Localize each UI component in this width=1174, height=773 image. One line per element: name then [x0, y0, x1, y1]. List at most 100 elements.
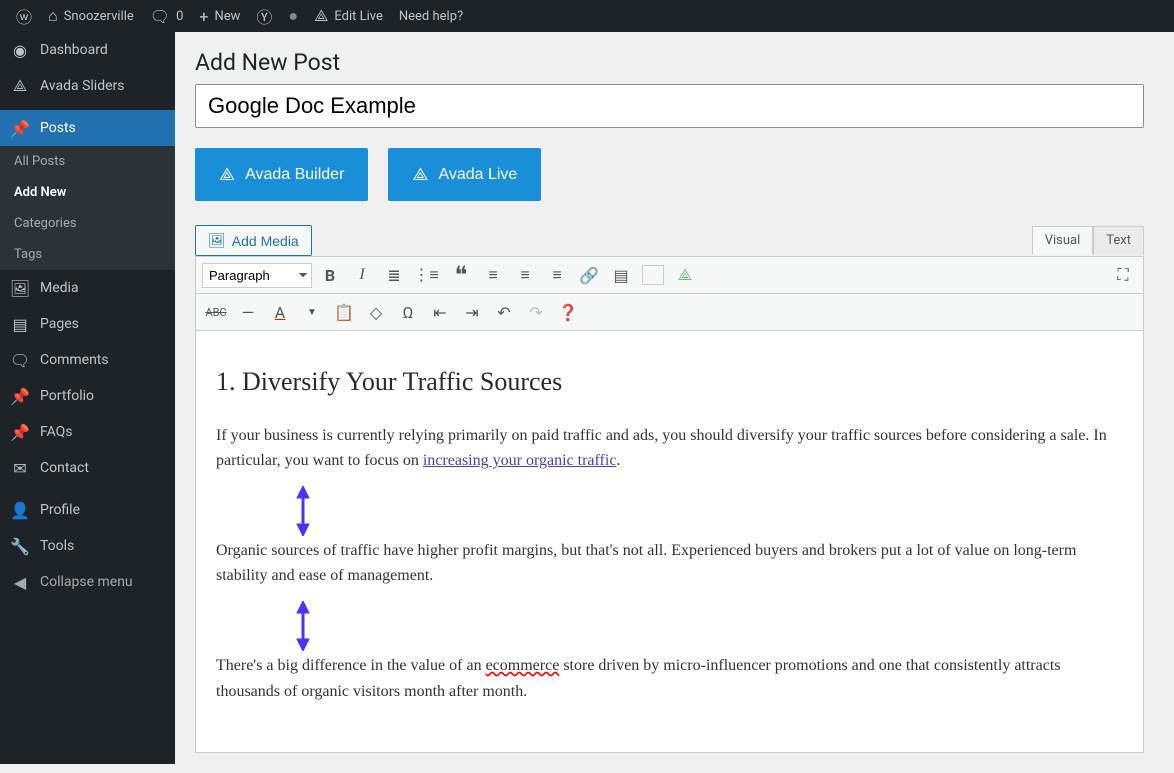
tab-text[interactable]: Text [1093, 226, 1144, 255]
align-left-button[interactable]: ≡ [479, 261, 507, 289]
editor-tabs: Visual Text [1032, 226, 1144, 255]
pin-icon: 📌 [10, 118, 30, 138]
home-icon: ⌂ [48, 6, 58, 26]
add-media-button[interactable]: 🖼Add Media [195, 225, 312, 256]
editor-toolbar-row1: Paragraph B I ≣ ⋮≡ ❝ ≡ ≡ ≡ 🔗 ▤ ⟁ ⛶ [195, 256, 1144, 294]
number-list-button[interactable]: ⋮≡ [412, 261, 440, 289]
link-button[interactable]: 🔗 [575, 261, 603, 289]
hr-button[interactable]: — [234, 298, 262, 326]
yoast-icon: Ⓨ [256, 4, 272, 28]
redo-button[interactable]: ↷ [522, 298, 550, 326]
pages-icon: ▤ [10, 314, 30, 334]
comments-link[interactable]: 🗨0 [142, 0, 192, 32]
faqs-icon: 📌 [10, 422, 30, 442]
blockquote-button[interactable]: ❝ [444, 261, 472, 289]
paragraph-3: There's a big difference in the value of… [216, 653, 1123, 704]
avada-live-button[interactable]: ⟁Avada Live [388, 148, 541, 201]
site-name-link[interactable]: ⌂ Snoozerville [40, 0, 142, 32]
spacing-arrow-icon [294, 486, 312, 536]
editor-body[interactable]: 1. Diversify Your Traffic Sources If you… [195, 331, 1144, 753]
avada-icon: ⟁ [219, 164, 235, 185]
admin-sidebar: ◉Dashboard ⟁Avada Sliders 📌Posts All Pos… [0, 32, 175, 764]
bullet-list-button[interactable]: ≣ [380, 261, 408, 289]
editor-top: 🖼Add Media Visual Text [195, 225, 1144, 256]
fullscreen-button[interactable]: ⛶ [1109, 261, 1137, 289]
text-color-button[interactable] [639, 261, 667, 289]
comments-icon: 🗨 [10, 350, 30, 370]
organic-traffic-link[interactable]: increasing your organic traffic [423, 452, 617, 469]
text-color-button-2[interactable]: A [266, 298, 294, 326]
outdent-button[interactable]: ⇤ [426, 298, 454, 326]
sidebar-item-tools[interactable]: 🔧Tools [0, 528, 175, 564]
sidebar-sub-tags[interactable]: Tags [0, 239, 175, 270]
strikethrough-button[interactable]: ABC [202, 298, 230, 326]
paragraph-1: If your business is currently relying pr… [216, 423, 1123, 474]
align-right-button[interactable]: ≡ [543, 261, 571, 289]
clear-format-button[interactable]: ◇ [362, 298, 390, 326]
indent-button[interactable]: ⇥ [458, 298, 486, 326]
page-title: Add New Post [195, 40, 1144, 84]
sidebar-item-media[interactable]: 🖼Media [0, 270, 175, 306]
comments-count: 0 [176, 9, 183, 24]
sidebar-sub-categories[interactable]: Categories [0, 208, 175, 239]
sidebar-item-dashboard[interactable]: ◉Dashboard [0, 32, 175, 68]
builder-buttons-row: ⟁Avada Builder ⟁Avada Live [195, 148, 1144, 201]
need-help-link[interactable]: Need help? [391, 0, 471, 32]
tab-visual[interactable]: Visual [1032, 226, 1094, 255]
sidebar-sub-all-posts[interactable]: All Posts [0, 146, 175, 177]
undo-button[interactable]: ↶ [490, 298, 518, 326]
spelling-underline: ecommerce [486, 657, 560, 674]
mail-icon: ✉ [10, 458, 30, 478]
paragraph-2: Organic sources of traffic have higher p… [216, 538, 1123, 589]
align-center-button[interactable]: ≡ [511, 261, 539, 289]
circle-icon: ● [288, 6, 298, 26]
posts-submenu: All Posts Add New Categories Tags [0, 146, 175, 270]
edit-live-link[interactable]: ⟁Edit Live [306, 0, 391, 32]
media-icon: 🖼 [10, 278, 30, 298]
yoast-link[interactable]: Ⓨ [248, 0, 280, 32]
sidebar-item-faqs[interactable]: 📌FAQs [0, 414, 175, 450]
special-char-button[interactable]: Ω [394, 298, 422, 326]
paragraph-select[interactable]: Paragraph [202, 263, 312, 288]
read-more-button[interactable]: ▤ [607, 261, 635, 289]
sidebar-item-comments[interactable]: 🗨Comments [0, 342, 175, 378]
dashboard-icon: ◉ [10, 40, 30, 60]
editor-toolbar-row2: ABC — A ▼ 📋 ◇ Ω ⇤ ⇥ ↶ ↷ ❓ [195, 294, 1144, 331]
paste-text-button[interactable]: 📋 [330, 298, 358, 326]
need-help-label: Need help? [399, 9, 463, 24]
sidebar-item-posts[interactable]: 📌Posts [0, 110, 175, 146]
collapse-icon: ◀ [10, 572, 30, 592]
spacing-arrow-icon [294, 601, 312, 651]
wrench-icon: 🔧 [10, 536, 30, 556]
avada-element-button[interactable]: ⟁ [671, 261, 699, 289]
italic-button[interactable]: I [348, 261, 376, 289]
sidebar-item-portfolio[interactable]: 📌Portfolio [0, 378, 175, 414]
help-button[interactable]: ❓ [554, 298, 582, 326]
sidebar-item-avada-sliders[interactable]: ⟁Avada Sliders [0, 68, 175, 104]
avada-builder-button[interactable]: ⟁Avada Builder [195, 148, 368, 201]
user-icon: 👤 [10, 500, 30, 520]
plus-icon: + [199, 7, 208, 26]
admin-bar: ⓦ ⌂ Snoozerville 🗨0 + New Ⓨ ● ⟁Edit Live N… [0, 0, 1174, 32]
status-dot[interactable]: ● [280, 0, 306, 32]
media-icon: 🖼 [208, 232, 226, 249]
wordpress-icon: ⓦ [16, 4, 32, 28]
sidebar-item-contact[interactable]: ✉Contact [0, 450, 175, 486]
sidebar-item-profile[interactable]: 👤Profile [0, 492, 175, 528]
sidebar-item-pages[interactable]: ▤Pages [0, 306, 175, 342]
content-area: Add New Post ⟁Avada Builder ⟁Avada Live … [175, 32, 1164, 773]
new-content-link[interactable]: + New [191, 0, 248, 32]
sidebar-collapse[interactable]: ◀Collapse menu [0, 564, 175, 600]
content-heading: 1. Diversify Your Traffic Sources [216, 361, 1123, 403]
wp-logo[interactable]: ⓦ [8, 0, 40, 32]
avada-icon: ⟁ [10, 76, 30, 96]
bold-button[interactable]: B [316, 261, 344, 289]
post-title-input[interactable] [195, 84, 1144, 128]
new-label: New [214, 9, 240, 24]
portfolio-icon: 📌 [10, 386, 30, 406]
sidebar-sub-add-new[interactable]: Add New [0, 177, 175, 208]
chevron-down-icon[interactable]: ▼ [298, 298, 326, 326]
avada-icon: ⟁ [412, 164, 428, 185]
edit-live-label: Edit Live [334, 9, 383, 24]
site-name: Snoozerville [64, 9, 134, 24]
